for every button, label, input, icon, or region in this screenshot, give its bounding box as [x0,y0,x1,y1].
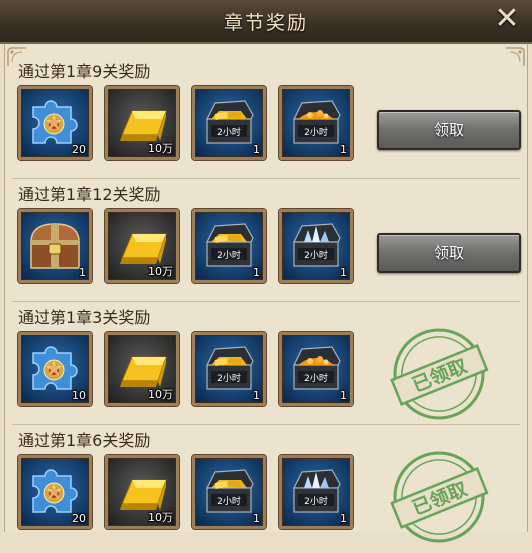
item-count: 1 [253,389,260,402]
svg-text:2小时: 2小时 [217,372,241,384]
section-title: 通过第1章6关奖励 [18,431,151,450]
item-count: 10万 [148,265,173,278]
reward-item-slot[interactable]: 2小时2小时1 [192,86,266,160]
section-divider [12,178,520,179]
reward-section: 通过第1章9关奖励2010万2小时2小时12小时2小时1领取 [12,58,521,179]
claimed-stamp: 已领取 已领取 [387,322,491,426]
reward-item-slot[interactable]: 10万 [105,86,179,160]
section-divider [12,424,520,425]
item-count: 1 [253,143,260,156]
section-title: 通过第1章3关奖励 [18,308,151,327]
section-title: 通过第1章9关奖励 [18,62,151,81]
title-bar: 章节奖励 ✕ [0,0,532,44]
item-count: 1 [340,512,347,525]
reward-item-slot[interactable]: 20 [18,455,92,529]
item-count: 1 [340,266,347,279]
claim-button[interactable]: 领取 [377,233,521,273]
item-count: 1 [340,389,347,402]
reward-item-slot[interactable]: 2小时2小时1 [279,86,353,160]
item-count: 1 [253,266,260,279]
reward-item-slot[interactable]: 1 [18,209,92,283]
reward-item-slot[interactable]: 2小时2小时1 [279,209,353,283]
reward-item-slot[interactable]: 10万 [105,209,179,283]
svg-text:2小时: 2小时 [304,249,328,261]
item-count: 1 [79,266,86,279]
reward-item-slot[interactable]: 20 [18,86,92,160]
reward-item-slot[interactable]: 2小时2小时1 [192,455,266,529]
item-count: 1 [253,512,260,525]
item-count: 10万 [148,511,173,524]
reward-section: 通过第1章6关奖励2010万2小时2小时12小时2小时1 已领取 已领取 [12,427,520,548]
svg-text:2小时: 2小时 [217,495,241,507]
reward-item-slot[interactable]: 10万 [105,455,179,529]
claimed-stamp: 已领取 已领取 [387,445,491,549]
reward-section: 通过第1章12关奖励110万2小时2小时12小时2小时1领取 [12,181,521,302]
section-title: 通过第1章12关奖励 [18,185,161,204]
item-count: 20 [72,512,86,525]
reward-item-slot[interactable]: 2小时2小时1 [279,455,353,529]
window-title: 章节奖励 [223,12,308,34]
item-count: 1 [340,143,347,156]
svg-text:2小时: 2小时 [304,495,328,507]
reward-item-slot[interactable]: 2小时2小时1 [279,332,353,406]
reward-section: 通过第1章3关奖励1010万2小时2小时12小时2小时1 已领取 已领取 [12,304,520,425]
reward-item-slot[interactable]: 2小时2小时1 [192,209,266,283]
close-icon[interactable]: ✕ [492,4,522,34]
item-count: 10万 [148,142,173,155]
svg-text:2小时: 2小时 [217,126,241,138]
item-count: 20 [72,143,86,156]
reward-item-slot[interactable]: 10 [18,332,92,406]
svg-text:2小时: 2小时 [304,372,328,384]
section-divider [12,301,520,302]
claim-button[interactable]: 领取 [377,110,521,150]
svg-text:2小时: 2小时 [304,126,328,138]
reward-item-slot[interactable]: 2小时2小时1 [192,332,266,406]
item-count: 10万 [148,388,173,401]
reward-item-slot[interactable]: 10万 [105,332,179,406]
item-count: 10 [72,389,86,402]
svg-text:2小时: 2小时 [217,249,241,261]
